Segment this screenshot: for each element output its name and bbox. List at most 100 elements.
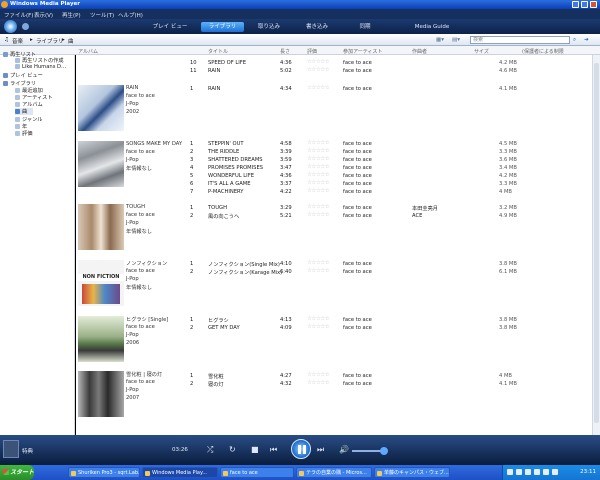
tray-app-icon[interactable] [507, 469, 513, 475]
rating-stars[interactable]: ☆☆☆☆☆ [307, 148, 330, 154]
rating-stars[interactable]: ☆☆☆☆☆ [307, 372, 330, 378]
rating-stars[interactable]: ☆☆☆☆☆ [307, 59, 330, 65]
rating-stars[interactable]: ☆☆☆☆☆ [307, 260, 330, 266]
nav-item-library[interactable]: ライブラリ [3, 80, 36, 87]
tray-app-icon[interactable] [552, 469, 558, 475]
rating-stars[interactable]: ☆☆☆☆☆ [307, 212, 330, 218]
taskbar-button-wmp[interactable]: Windows Media Play... [142, 467, 218, 478]
minimize-button[interactable] [572, 1, 579, 8]
column-length[interactable]: 長さ [280, 48, 290, 55]
stop-icon[interactable]: ■ [251, 445, 259, 455]
close-button[interactable] [590, 1, 597, 8]
menu-view[interactable]: 表示(V) [34, 11, 53, 19]
start-button[interactable]: スタート [0, 465, 34, 480]
taskbar-button-face-to-ace[interactable]: face to ace [220, 467, 294, 478]
menu-help[interactable]: ヘルプ(H) [118, 11, 143, 19]
menu-file[interactable]: ファイル(F) [4, 11, 33, 19]
rating-stars[interactable]: ☆☆☆☆☆ [307, 180, 330, 186]
menu-play[interactable]: 再生(P) [62, 11, 81, 19]
breadcrumb-library[interactable]: ライブラリ [36, 37, 64, 45]
tab-rip[interactable]: 取り込み [252, 22, 286, 32]
nav-item-like-humans[interactable]: Like Humans D… [15, 64, 66, 70]
column-title[interactable]: タイトル [208, 48, 228, 55]
album-art-higurashi[interactable] [78, 316, 124, 362]
rating-stars[interactable]: ☆☆☆☆☆ [307, 268, 330, 274]
rating-stars[interactable]: ☆☆☆☆☆ [307, 380, 330, 386]
album-genre: J-Pop [126, 332, 139, 338]
playlist-icon [3, 52, 8, 57]
rating-stars[interactable]: ☆☆☆☆☆ [307, 67, 330, 73]
clock: 23:11 [580, 469, 596, 475]
nav-item-year[interactable]: 年 [15, 123, 27, 130]
rating-stars[interactable]: ☆☆☆☆☆ [307, 156, 330, 162]
rating-stars[interactable]: ☆☆☆☆☆ [307, 316, 330, 322]
tab-now-playing[interactable]: プレイ ビュー [150, 22, 190, 32]
taskbar-button-word[interactable]: テラの自業の隅 - Micros... [296, 467, 372, 478]
layout-options-icon[interactable]: ▤▾ [452, 37, 460, 43]
rating-stars[interactable]: ☆☆☆☆☆ [307, 324, 330, 330]
system-tray: 23:11 [502, 465, 600, 480]
album-art-yukigesho[interactable] [78, 371, 124, 417]
nav-item-album[interactable]: アルバム [15, 101, 43, 108]
tab-burn[interactable]: 書き込み [300, 22, 334, 32]
search-input[interactable]: 検索 [470, 36, 570, 44]
nav-item-genre[interactable]: ジャンル [15, 116, 43, 123]
taskbar-button-shuriken[interactable]: Shuriken Pro3 - sqrt.Lab... [68, 467, 140, 478]
nav-item-artist[interactable]: アーティスト [15, 94, 53, 101]
maximize-button[interactable] [581, 1, 588, 8]
tab-library[interactable]: ライブラリ [201, 22, 244, 32]
pause-button[interactable] [291, 439, 311, 459]
vertical-scrollbar[interactable] [592, 55, 600, 435]
nav-item-recent[interactable]: 最近追加 [15, 87, 43, 94]
column-composer[interactable]: 作曲者 [412, 48, 427, 55]
now-playing-icon [3, 73, 8, 78]
breadcrumb-music[interactable]: 音楽 [12, 37, 23, 45]
menu-tools[interactable]: ツール(T) [90, 11, 114, 19]
tab-sync[interactable]: 同期 [350, 22, 380, 32]
back-icon[interactable] [22, 23, 29, 30]
player-bar: 特典 03:26 ⤮ ↻ ■ ⏮ ⏭ 🔊 [0, 435, 600, 465]
forward-arrow-icon[interactable]: ➜ [584, 37, 589, 43]
window-title: Windows Media Player [10, 1, 80, 7]
breadcrumb-songs[interactable]: 曲 [68, 37, 74, 45]
column-rating[interactable]: 評価 [307, 48, 317, 55]
shuffle-icon[interactable]: ⤮ [207, 445, 213, 455]
rating-stars[interactable]: ☆☆☆☆☆ [307, 140, 330, 146]
album-genre: J-Pop [126, 157, 139, 163]
album-art-nonfiction[interactable]: NON FICTION [78, 260, 124, 306]
next-icon[interactable]: ⏭ [317, 445, 324, 455]
search-icon[interactable]: ⌕ [573, 37, 576, 44]
column-protection[interactable]: (保護者による制限 [522, 48, 564, 55]
album-art-tough[interactable] [78, 204, 124, 250]
tab-media-guide[interactable]: Media Guide [408, 22, 456, 32]
rating-stars[interactable]: ☆☆☆☆☆ [307, 204, 330, 210]
album-art-rain[interactable] [78, 85, 124, 131]
tray-app-icon[interactable] [516, 469, 522, 475]
column-artist[interactable]: 参加アーティスト [343, 48, 382, 55]
nav-item-songs[interactable]: 曲 [15, 108, 34, 115]
tray-app-icon[interactable] [543, 469, 549, 475]
scrollbar-thumb[interactable] [594, 63, 599, 423]
tray-app-icon[interactable] [534, 469, 540, 475]
view-options-icon[interactable]: ▦▾ [436, 37, 444, 43]
wmp-logo-icon[interactable] [4, 20, 17, 33]
repeat-icon[interactable]: ↻ [229, 445, 236, 455]
rating-stars[interactable]: ☆☆☆☆☆ [307, 85, 330, 91]
new-playlist-icon [15, 58, 20, 63]
tray-app-icon[interactable] [525, 469, 531, 475]
nav-item-create-playlist[interactable]: 再生リストの作成 [15, 57, 64, 64]
column-size[interactable]: サイズ [474, 48, 489, 55]
rating-stars[interactable]: ☆☆☆☆☆ [307, 164, 330, 170]
previous-icon[interactable]: ⏮ [270, 445, 277, 455]
taskbar-button-browser[interactable]: 单藤のキャンパス・ウェブ... [374, 467, 450, 478]
nav-item-now-playing[interactable]: プレイ ビュー [3, 72, 43, 79]
volume-knob[interactable] [380, 447, 388, 455]
nav-item-rating[interactable]: 評価 [15, 130, 32, 137]
column-album[interactable]: アルバム [78, 48, 98, 55]
now-playing-art[interactable] [3, 440, 19, 458]
rating-stars[interactable]: ☆☆☆☆☆ [307, 172, 330, 178]
album-art-songs-make-my-day[interactable] [78, 141, 124, 187]
album-artist: face to ace [126, 324, 155, 330]
volume-icon[interactable]: 🔊 [339, 445, 349, 455]
rating-stars[interactable]: ☆☆☆☆☆ [307, 188, 330, 194]
